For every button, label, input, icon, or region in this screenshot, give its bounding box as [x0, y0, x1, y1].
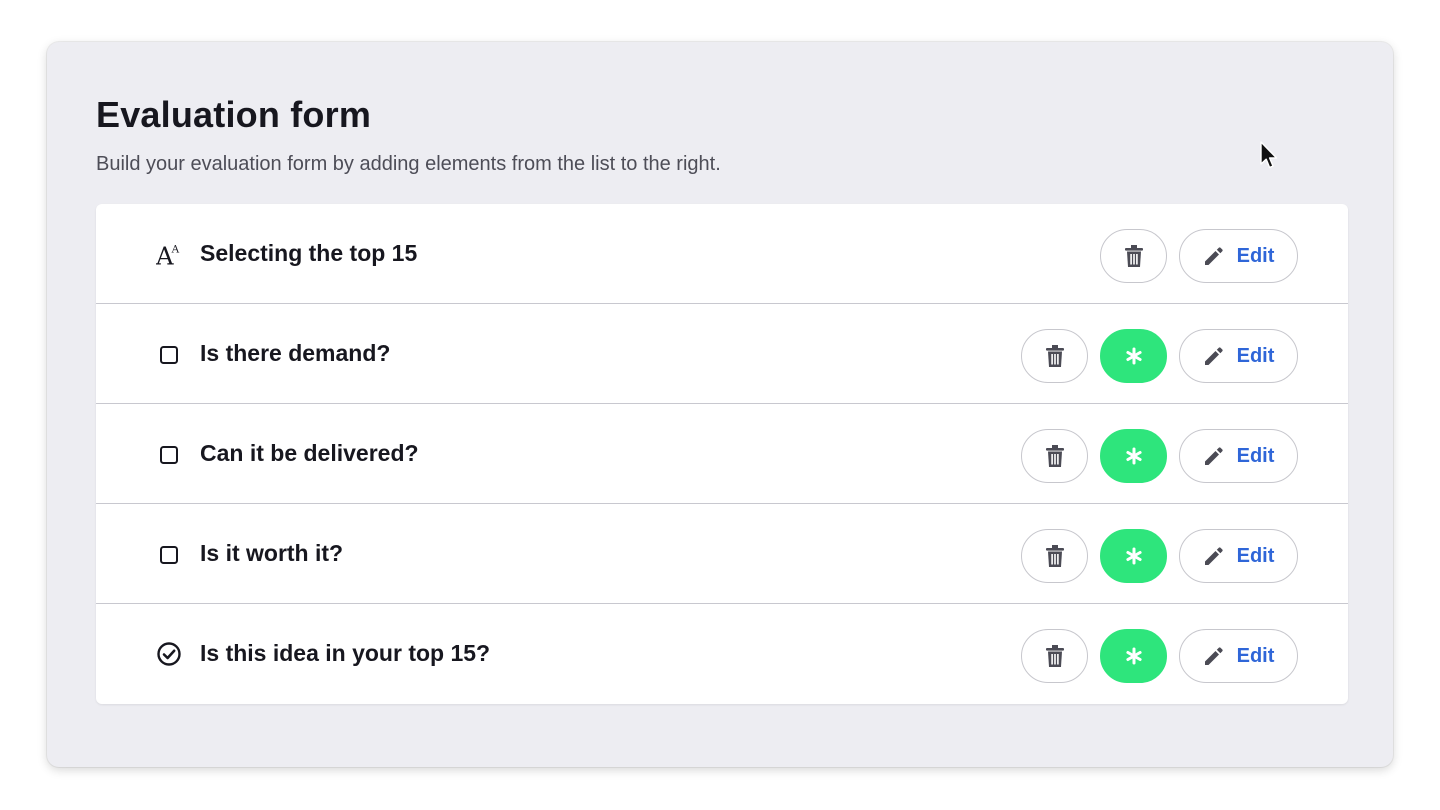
delete-button[interactable] — [1021, 629, 1088, 683]
form-elements-list: A A Selecting the top 15 Edit Is there d… — [96, 204, 1348, 704]
row-actions: Edit — [1100, 229, 1298, 283]
edit-button-label: Edit — [1236, 544, 1275, 567]
page-title: Evaluation form — [96, 94, 372, 135]
form-element-label: Can it be delivered? — [200, 440, 419, 466]
required-toggle-button[interactable] — [1100, 329, 1167, 383]
text-size-icon: A A — [156, 241, 182, 269]
pencil-icon — [1204, 347, 1223, 365]
checkbox-icon — [156, 341, 182, 367]
delete-button[interactable] — [1021, 329, 1088, 383]
mouse-cursor-icon — [1260, 141, 1278, 169]
edit-button-label: Edit — [1236, 444, 1275, 467]
checkbox-icon — [156, 541, 182, 567]
row-actions: Edit — [1021, 329, 1298, 383]
svg-text:A: A — [171, 243, 180, 255]
edit-button[interactable]: Edit — [1179, 429, 1298, 483]
form-element-row[interactable]: Is there demand? Edit — [96, 304, 1348, 404]
checkbox-icon — [156, 441, 182, 467]
asterisk-icon — [1125, 347, 1142, 365]
edit-button[interactable]: Edit — [1179, 529, 1298, 583]
form-element-label: Is it worth it? — [200, 540, 344, 566]
row-actions: Edit — [1021, 429, 1298, 483]
pencil-icon — [1204, 447, 1223, 465]
form-element-row[interactable]: Is it worth it? Edit — [96, 504, 1348, 604]
edit-button[interactable]: Edit — [1179, 629, 1298, 683]
edit-button-label: Edit — [1236, 244, 1275, 267]
required-toggle-button[interactable] — [1100, 529, 1167, 583]
delete-button[interactable] — [1021, 529, 1088, 583]
evaluation-form-panel: Evaluation form Build your evaluation fo… — [47, 42, 1393, 767]
pencil-icon — [1204, 547, 1223, 565]
pencil-icon — [1204, 647, 1223, 665]
form-element-row[interactable]: Can it be delivered? Edit — [96, 404, 1348, 504]
edit-button[interactable]: Edit — [1179, 329, 1298, 383]
required-toggle-button[interactable] — [1100, 429, 1167, 483]
pencil-icon — [1204, 247, 1223, 265]
form-element-label: Is this idea in your top 15? — [200, 640, 491, 666]
edit-button[interactable]: Edit — [1179, 229, 1298, 283]
row-actions: Edit — [1021, 629, 1298, 683]
form-element-row[interactable]: A A Selecting the top 15 Edit — [96, 204, 1348, 304]
row-actions: Edit — [1021, 529, 1298, 583]
trash-icon — [1045, 345, 1064, 367]
asterisk-icon — [1125, 447, 1142, 465]
trash-icon — [1045, 545, 1064, 567]
trash-icon — [1045, 445, 1064, 467]
check-circle-icon — [156, 641, 182, 667]
asterisk-icon — [1125, 547, 1142, 565]
asterisk-icon — [1125, 647, 1142, 665]
form-element-row[interactable]: Is this idea in your top 15? Edit — [96, 604, 1348, 704]
required-toggle-button[interactable] — [1100, 629, 1167, 683]
edit-button-label: Edit — [1236, 644, 1275, 667]
trash-icon — [1124, 245, 1143, 267]
form-element-label: Is there demand? — [200, 340, 391, 366]
delete-button[interactable] — [1021, 429, 1088, 483]
page-subtitle: Build your evaluation form by adding ele… — [96, 153, 721, 175]
delete-button[interactable] — [1100, 229, 1167, 283]
edit-button-label: Edit — [1236, 344, 1275, 367]
trash-icon — [1045, 645, 1064, 667]
form-element-label: Selecting the top 15 — [200, 240, 418, 266]
